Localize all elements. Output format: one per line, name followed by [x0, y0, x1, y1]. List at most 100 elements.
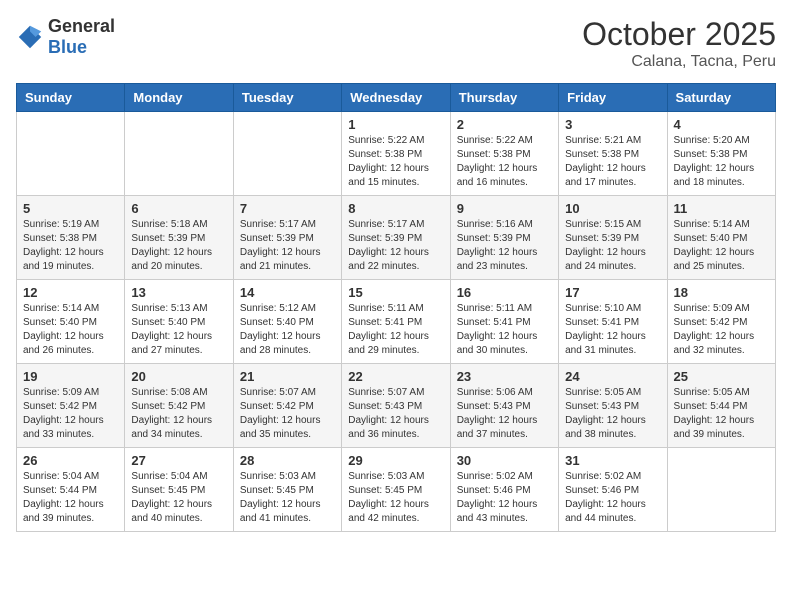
day-cell: 16 Sunrise: 5:11 AM Sunset: 5:41 PM Dayli…: [450, 280, 558, 364]
day-number: 9: [457, 201, 552, 216]
page-header: General Blue October 2025 Calana, Tacna,…: [16, 16, 776, 71]
day-number: 11: [674, 201, 769, 216]
month-title: October 2025: [582, 16, 776, 53]
day-number: 1: [348, 117, 443, 132]
day-cell: 21Sunrise: 5:07 AM Sunset: 5:42 PM Dayli…: [233, 364, 341, 448]
week-row-4: 19 Sunrise: 5:09 AM Sunset: 5:42 PM Dayli…: [17, 364, 776, 448]
logo-general-text: General: [48, 16, 115, 36]
day-info: Sunrise: 5:20 AM Sunset: 5:38 PM Dayligh…: [674, 134, 769, 190]
day-cell: 23 Sunrise: 5:06 AM Sunset: 5:43 PM Dayli…: [450, 364, 558, 448]
day-number: 8: [348, 201, 443, 216]
day-cell: 11Sunrise: 5:14 AM Sunset: 5:40 PM Dayli…: [667, 196, 775, 280]
weekday-header-sunday: Sunday: [17, 84, 125, 112]
day-info: Sunrise: 5:22 AM Sunset: 5:38 PM Dayligh…: [457, 134, 552, 190]
day-number: 19: [23, 369, 118, 384]
day-info: Sunrise: 5:08 AM Sunset: 5:42 PM Dayligh…: [131, 386, 226, 442]
day-info: Sunrise: 5:02 AM Sunset: 5:46 PM Dayligh…: [565, 470, 660, 526]
day-cell: [125, 112, 233, 196]
day-number: 7: [240, 201, 335, 216]
day-info: Sunrise: 5:13 AM Sunset: 5:40 PM Dayligh…: [131, 302, 226, 358]
day-number: 29: [348, 453, 443, 468]
day-cell: 13 Sunrise: 5:13 AM Sunset: 5:40 PM Dayli…: [125, 280, 233, 364]
day-cell: 6 Sunrise: 5:18 AM Sunset: 5:39 PM Daylig…: [125, 196, 233, 280]
day-info: Sunrise: 5:07 AM Sunset: 5:42 PM Dayligh…: [240, 386, 335, 442]
weekday-header-wednesday: Wednesday: [342, 84, 450, 112]
day-info: Sunrise: 5:05 AM Sunset: 5:43 PM Dayligh…: [565, 386, 660, 442]
day-number: 24: [565, 369, 660, 384]
day-number: 22: [348, 369, 443, 384]
day-number: 26: [23, 453, 118, 468]
day-info: Sunrise: 5:09 AM Sunset: 5:42 PM Dayligh…: [23, 386, 118, 442]
day-info: Sunrise: 5:17 AM Sunset: 5:39 PM Dayligh…: [240, 218, 335, 274]
day-number: 23: [457, 369, 552, 384]
location-title: Calana, Tacna, Peru: [582, 53, 776, 71]
day-number: 2: [457, 117, 552, 132]
weekday-header-tuesday: Tuesday: [233, 84, 341, 112]
day-info: Sunrise: 5:22 AM Sunset: 5:38 PM Dayligh…: [348, 134, 443, 190]
day-info: Sunrise: 5:03 AM Sunset: 5:45 PM Dayligh…: [240, 470, 335, 526]
day-cell: 5Sunrise: 5:19 AM Sunset: 5:38 PM Daylig…: [17, 196, 125, 280]
title-block: October 2025 Calana, Tacna, Peru: [582, 16, 776, 71]
logo-blue-text: Blue: [48, 37, 87, 57]
day-cell: 20 Sunrise: 5:08 AM Sunset: 5:42 PM Dayli…: [125, 364, 233, 448]
day-info: Sunrise: 5:02 AM Sunset: 5:46 PM Dayligh…: [457, 470, 552, 526]
week-row-5: 26Sunrise: 5:04 AM Sunset: 5:44 PM Dayli…: [17, 448, 776, 532]
day-info: Sunrise: 5:04 AM Sunset: 5:45 PM Dayligh…: [131, 470, 226, 526]
day-cell: 25Sunrise: 5:05 AM Sunset: 5:44 PM Dayli…: [667, 364, 775, 448]
day-cell: [233, 112, 341, 196]
calendar-table: SundayMondayTuesdayWednesdayThursdayFrid…: [16, 83, 776, 532]
day-number: 17: [565, 285, 660, 300]
day-number: 27: [131, 453, 226, 468]
day-cell: 10Sunrise: 5:15 AM Sunset: 5:39 PM Dayli…: [559, 196, 667, 280]
weekday-header-thursday: Thursday: [450, 84, 558, 112]
day-cell: 18Sunrise: 5:09 AM Sunset: 5:42 PM Dayli…: [667, 280, 775, 364]
week-row-3: 12 Sunrise: 5:14 AM Sunset: 5:40 PM Dayli…: [17, 280, 776, 364]
day-cell: 17 Sunrise: 5:10 AM Sunset: 5:41 PM Dayli…: [559, 280, 667, 364]
logo-wordmark: General Blue: [48, 16, 115, 58]
day-cell: 8Sunrise: 5:17 AM Sunset: 5:39 PM Daylig…: [342, 196, 450, 280]
day-info: Sunrise: 5:11 AM Sunset: 5:41 PM Dayligh…: [457, 302, 552, 358]
day-number: 30: [457, 453, 552, 468]
day-info: Sunrise: 5:06 AM Sunset: 5:43 PM Dayligh…: [457, 386, 552, 442]
day-cell: 15Sunrise: 5:11 AM Sunset: 5:41 PM Dayli…: [342, 280, 450, 364]
day-info: Sunrise: 5:05 AM Sunset: 5:44 PM Dayligh…: [674, 386, 769, 442]
day-cell: 26Sunrise: 5:04 AM Sunset: 5:44 PM Dayli…: [17, 448, 125, 532]
day-cell: 19 Sunrise: 5:09 AM Sunset: 5:42 PM Dayli…: [17, 364, 125, 448]
day-number: 5: [23, 201, 118, 216]
day-number: 31: [565, 453, 660, 468]
day-cell: 12 Sunrise: 5:14 AM Sunset: 5:40 PM Dayli…: [17, 280, 125, 364]
day-cell: 7 Sunrise: 5:17 AM Sunset: 5:39 PM Daylig…: [233, 196, 341, 280]
day-number: 28: [240, 453, 335, 468]
day-info: Sunrise: 5:15 AM Sunset: 5:39 PM Dayligh…: [565, 218, 660, 274]
day-cell: 30 Sunrise: 5:02 AM Sunset: 5:46 PM Dayli…: [450, 448, 558, 532]
day-info: Sunrise: 5:16 AM Sunset: 5:39 PM Dayligh…: [457, 218, 552, 274]
day-cell: 14 Sunrise: 5:12 AM Sunset: 5:40 PM Dayli…: [233, 280, 341, 364]
day-cell: [17, 112, 125, 196]
day-cell: 27 Sunrise: 5:04 AM Sunset: 5:45 PM Dayli…: [125, 448, 233, 532]
day-number: 14: [240, 285, 335, 300]
logo-icon: [16, 23, 44, 51]
day-number: 16: [457, 285, 552, 300]
weekday-header-monday: Monday: [125, 84, 233, 112]
day-number: 18: [674, 285, 769, 300]
day-number: 12: [23, 285, 118, 300]
day-info: Sunrise: 5:12 AM Sunset: 5:40 PM Dayligh…: [240, 302, 335, 358]
day-info: Sunrise: 5:03 AM Sunset: 5:45 PM Dayligh…: [348, 470, 443, 526]
weekday-header-saturday: Saturday: [667, 84, 775, 112]
day-cell: [667, 448, 775, 532]
day-cell: 29 Sunrise: 5:03 AM Sunset: 5:45 PM Dayli…: [342, 448, 450, 532]
day-info: Sunrise: 5:18 AM Sunset: 5:39 PM Dayligh…: [131, 218, 226, 274]
day-info: Sunrise: 5:14 AM Sunset: 5:40 PM Dayligh…: [23, 302, 118, 358]
day-cell: 2 Sunrise: 5:22 AM Sunset: 5:38 PM Daylig…: [450, 112, 558, 196]
week-row-2: 5Sunrise: 5:19 AM Sunset: 5:38 PM Daylig…: [17, 196, 776, 280]
day-info: Sunrise: 5:10 AM Sunset: 5:41 PM Dayligh…: [565, 302, 660, 358]
day-number: 6: [131, 201, 226, 216]
day-cell: 1 Sunrise: 5:22 AM Sunset: 5:38 PM Daylig…: [342, 112, 450, 196]
day-number: 4: [674, 117, 769, 132]
day-number: 20: [131, 369, 226, 384]
logo: General Blue: [16, 16, 115, 58]
day-cell: 4 Sunrise: 5:20 AM Sunset: 5:38 PM Daylig…: [667, 112, 775, 196]
day-number: 13: [131, 285, 226, 300]
day-number: 3: [565, 117, 660, 132]
day-cell: 3Sunrise: 5:21 AM Sunset: 5:38 PM Daylig…: [559, 112, 667, 196]
